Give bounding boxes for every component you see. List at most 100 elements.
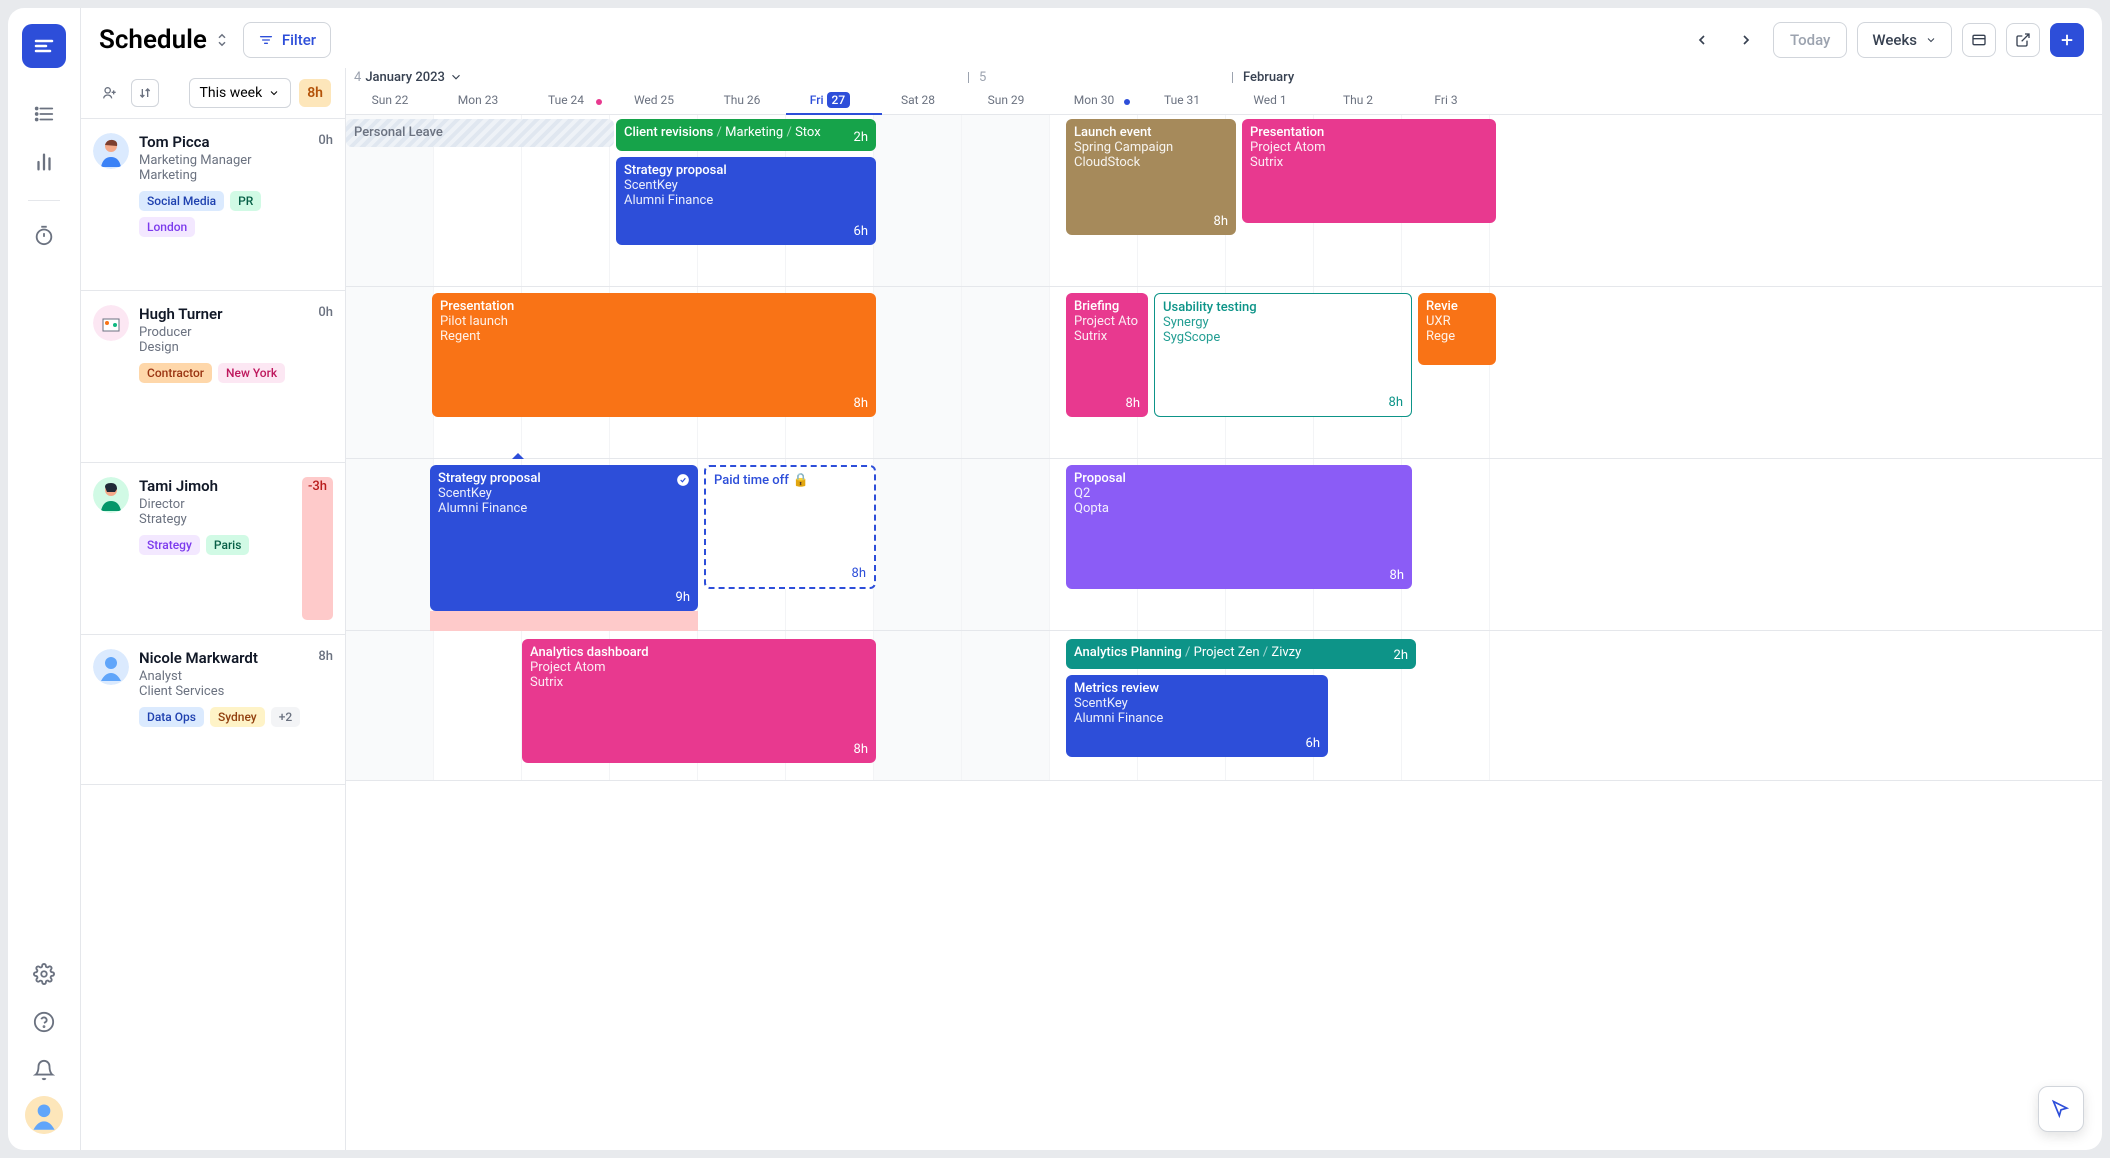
tag[interactable]: +2: [271, 707, 300, 727]
layout-button[interactable]: [1962, 23, 1996, 57]
schedule-block[interactable]: PresentationProject AtomSutrix: [1242, 119, 1496, 223]
person-role: Analyst: [139, 669, 308, 684]
day-header[interactable]: Sat 28: [874, 93, 962, 107]
tag[interactable]: Sydney: [210, 707, 265, 727]
add-person-icon[interactable]: [95, 79, 123, 107]
nav-help-icon[interactable]: [22, 1000, 66, 1044]
tag[interactable]: PR: [230, 191, 261, 211]
person-role: Producer: [139, 325, 308, 340]
filter-label: Filter: [282, 31, 316, 49]
tag[interactable]: Strategy: [139, 535, 200, 555]
month-text: January 2023: [365, 70, 445, 85]
tag[interactable]: London: [139, 217, 195, 237]
chevron-sort-icon[interactable]: [213, 31, 231, 49]
tag[interactable]: Social Media: [139, 191, 224, 211]
chevron-down-icon: [268, 87, 280, 99]
page-title-text: Schedule: [99, 25, 207, 55]
person-name: Hugh Turner: [139, 305, 308, 323]
overcapacity-bar: [430, 611, 698, 631]
add-button[interactable]: [2050, 23, 2084, 57]
schedule-block[interactable]: Personal Leave: [346, 119, 614, 147]
day-header[interactable]: Tue 24: [522, 93, 610, 107]
nav-reports-icon[interactable]: [22, 140, 66, 184]
person-row[interactable]: Hugh Turner ProducerDesign Contractor New Y…: [81, 291, 345, 463]
day-header[interactable]: Wed 1: [1226, 93, 1314, 107]
weeks-selector[interactable]: Weeks: [1857, 22, 1952, 58]
person-dept: Marketing: [139, 168, 308, 183]
prev-button[interactable]: [1685, 23, 1719, 57]
milestone-dot: [596, 99, 602, 105]
person-hours: 0h: [318, 305, 333, 448]
avatar: [93, 133, 129, 169]
chevron-down-icon[interactable]: [449, 70, 463, 84]
nav-list-icon[interactable]: [22, 92, 66, 136]
week-selector[interactable]: This week: [189, 78, 292, 108]
nav-timer-icon[interactable]: [22, 213, 66, 257]
day-header[interactable]: Mon 23: [434, 93, 522, 107]
tag[interactable]: Data Ops: [139, 707, 204, 727]
person-row[interactable]: Tom PiccaMarketing ManagerMarketingSocia…: [81, 119, 345, 291]
day-header[interactable]: Sun 29: [962, 93, 1050, 107]
nav-notifications-icon[interactable]: [22, 1048, 66, 1092]
tag[interactable]: Paris: [206, 535, 250, 555]
timeline: 4 January 2023 5 February S: [346, 68, 2102, 1150]
person-name: Tami Jimoh: [139, 477, 292, 495]
day-header[interactable]: Fri 27: [786, 93, 874, 107]
lock-icon: 🔒: [793, 473, 809, 488]
avatar: [93, 305, 129, 341]
logo[interactable]: [22, 24, 66, 68]
schedule-block[interactable]: PresentationPilot launchRegent8h: [432, 293, 876, 417]
people-sidebar: This week 8h Tom PiccaMarketing ManagerM…: [81, 68, 346, 1150]
day-header[interactable]: Fri 3: [1402, 93, 1490, 107]
marker-icon: [512, 453, 524, 459]
schedule-block[interactable]: Client revisions / Marketing / Stox2h: [616, 119, 876, 151]
day-header[interactable]: Wed 25: [610, 93, 698, 107]
person-hours: 8h: [318, 649, 333, 770]
hours-badge: 8h: [299, 79, 331, 107]
schedule-block[interactable]: BriefingProject AtoSutrix8h: [1066, 293, 1148, 417]
person-role: Director: [139, 497, 292, 512]
day-header[interactable]: Thu 2: [1314, 93, 1402, 107]
next-button[interactable]: [1729, 23, 1763, 57]
person-hours: -3h: [302, 477, 333, 620]
week-number: 5: [979, 70, 986, 85]
sort-icon[interactable]: [131, 79, 159, 107]
schedule-block[interactable]: ProposalQ2Qopta8h: [1066, 465, 1412, 589]
timeline-row: Personal LeaveClient revisions / Marketi…: [346, 115, 2102, 287]
day-header[interactable]: Tue 31: [1138, 93, 1226, 107]
share-button[interactable]: [2006, 23, 2040, 57]
person-role: Marketing Manager: [139, 153, 308, 168]
schedule-block[interactable]: Strategy proposalScentKeyAlumni Finance9…: [430, 465, 698, 611]
avatar: [93, 649, 129, 685]
timeline-row: PresentationPilot launchRegent8h Briefing…: [346, 287, 2102, 459]
chevron-down-icon: [1925, 34, 1937, 46]
schedule-block[interactable]: RevieUXRRege: [1418, 293, 1496, 365]
schedule-block[interactable]: Launch eventSpring CampaignCloudStock8h: [1066, 119, 1236, 235]
day-header[interactable]: Mon 30: [1050, 93, 1138, 107]
day-header[interactable]: Thu 26: [698, 93, 786, 107]
schedule-block[interactable]: Analytics dashboardProject AtomSutrix8h: [522, 639, 876, 763]
person-name: Nicole Markwardt: [139, 649, 308, 667]
timeline-row: Analytics dashboardProject AtomSutrix8h A…: [346, 631, 2102, 781]
schedule-block[interactable]: Metrics reviewScentKeyAlumni Finance6h: [1066, 675, 1328, 757]
timeline-row: Strategy proposalScentKeyAlumni Finance9…: [346, 459, 2102, 631]
page-title: Schedule: [99, 25, 231, 55]
schedule-block[interactable]: Paid time off🔒8h: [704, 465, 876, 589]
schedule-block[interactable]: Usability testingSynergySygScope8h: [1154, 293, 1412, 417]
nav-rail: [8, 8, 80, 1150]
week-label: This week: [200, 85, 263, 101]
nav-settings-icon[interactable]: [22, 952, 66, 996]
person-dept: Design: [139, 340, 308, 355]
tag[interactable]: New York: [218, 363, 285, 383]
filter-button[interactable]: Filter: [243, 22, 331, 58]
person-row[interactable]: Nicole MarkwardtAnalystClient ServicesDa…: [81, 635, 345, 785]
day-header[interactable]: Sun 22: [346, 93, 434, 107]
user-avatar[interactable]: [25, 1096, 63, 1134]
tag[interactable]: Contractor: [139, 363, 212, 383]
person-row[interactable]: Tami JimohDirectorStrategyStrategyParis-…: [81, 463, 345, 635]
schedule-block[interactable]: Strategy proposalScentKeyAlumni Finance6…: [616, 157, 876, 245]
cursor-mode-button[interactable]: [2038, 1086, 2084, 1132]
schedule-block[interactable]: Analytics Planning / Project Zen / Zivzy…: [1066, 639, 1416, 669]
today-button[interactable]: Today: [1773, 22, 1847, 58]
weeks-label: Weeks: [1872, 31, 1917, 49]
